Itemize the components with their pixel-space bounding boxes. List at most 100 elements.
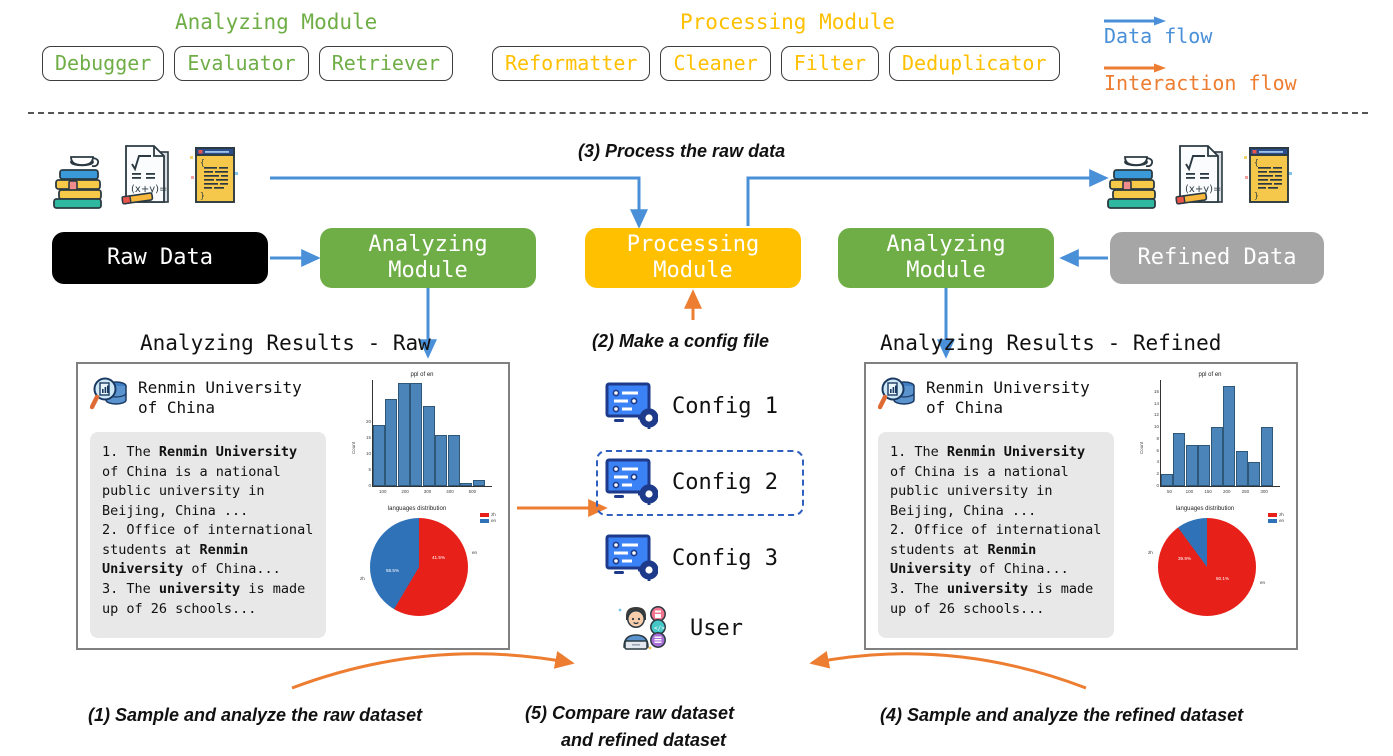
y-tick-label: 15	[365, 434, 371, 440]
legend-label-data-flow: Data flow	[1104, 24, 1213, 48]
math-document-icon: (x+y)=	[1175, 145, 1223, 205]
header-divider	[28, 112, 1368, 114]
x-tick-label: 50	[1167, 489, 1173, 494]
x-tick-label: 200	[1223, 489, 1231, 494]
histogram-bar	[373, 424, 386, 486]
raw-histogram-ylabel: Count	[351, 441, 356, 454]
tag-retriever[interactable]: Retriever	[318, 46, 454, 81]
config-2-label: Config 2	[672, 469, 778, 495]
histogram-bar	[1235, 450, 1248, 486]
raw-pie-disc	[370, 518, 468, 616]
node-analyzing-module-raw[interactable]: Analyzing Module	[320, 228, 536, 288]
refined-pie-chart: languages distribution 39.9% 60.1% zh en…	[1130, 506, 1290, 624]
user-item[interactable]: </> User	[614, 602, 743, 654]
refined-card-snippet: 1. The Renmin University of China is a na…	[878, 432, 1114, 638]
data-search-icon	[90, 377, 127, 410]
y-tick-label: 5	[368, 466, 371, 472]
user-avatar-icon: </>	[618, 606, 666, 650]
y-tick-label: 16	[1153, 388, 1159, 394]
refined-histogram: ppl of en Count 0 2 4 6 8 10 12 14 16 50 100 150 20…	[1135, 370, 1285, 504]
caption-step-5-line-1: (5) Compare raw dataset	[525, 703, 735, 723]
raw-pie-value-en: 41.5%	[432, 555, 446, 560]
raw-card-entity-name: Renmin University of China	[138, 378, 302, 417]
tag-evaluator[interactable]: Evaluator	[174, 46, 309, 81]
histogram-bar	[447, 434, 460, 486]
config-gear-icon	[605, 458, 658, 505]
refined-histogram-ylabel: Count	[1139, 441, 1144, 454]
analyzing-module-tags: Debugger Evaluator Retriever	[42, 46, 454, 81]
tag-cleaner[interactable]: Cleaner	[660, 46, 771, 81]
refined-pie-legend-zh: zh	[1268, 512, 1284, 517]
node-analyzing-refined-label-1: Module	[906, 258, 986, 283]
x-tick-label: 400	[446, 489, 454, 494]
config-3-label: Config 3	[672, 545, 778, 571]
refined-pie-legend: zh en	[1268, 512, 1284, 524]
node-analyzing-module-refined[interactable]: Analyzing Module	[838, 228, 1054, 288]
histogram-bar	[435, 434, 448, 486]
y-tick-label: 4	[1156, 459, 1159, 465]
tag-filter[interactable]: Filter	[780, 46, 879, 81]
histogram-bar	[397, 383, 410, 486]
caption-step-1: (1) Sample and analyze the raw dataset	[88, 705, 423, 725]
histogram-bar	[472, 479, 485, 486]
config-1-label: Config 1	[672, 393, 778, 419]
legend-swatch-zh	[480, 512, 490, 517]
legend-text-en: en	[1279, 518, 1284, 523]
flow-legend: Data flow Interaction flow	[1104, 8, 1384, 102]
legend-label-interaction-flow: Interaction flow	[1104, 71, 1297, 95]
histogram-bar	[1260, 427, 1273, 486]
histogram-bar	[1198, 444, 1211, 486]
raw-card-entity-header: Renmin University of China	[90, 376, 326, 432]
histogram-bar	[1248, 462, 1261, 486]
legend-row-interaction-flow: Interaction flow	[1104, 55, 1384, 102]
config-item-3[interactable]: Config 3	[604, 533, 778, 583]
raw-pie-legend: zh en	[480, 512, 496, 524]
tag-deduplicator[interactable]: Deduplicator	[889, 46, 1060, 81]
card-title-raw: Analyzing Results - Raw	[140, 331, 431, 355]
books-stack-icon	[53, 156, 102, 209]
raw-pie-legend-en: en	[480, 518, 496, 523]
processing-module-group-title: Processing Module	[680, 10, 895, 34]
y-tick-label: 10	[365, 450, 371, 456]
node-analyzing-raw-label-1: Module	[388, 258, 468, 283]
x-tick-label: 150	[1204, 489, 1212, 494]
y-tick-label: 10	[1153, 424, 1159, 430]
refined-pie-outlabel-en: en	[1260, 580, 1266, 585]
raw-pie-chart: languages distribution 58.5% 41.5% zh en…	[342, 506, 502, 624]
config-item-1[interactable]: Config 1	[604, 381, 778, 431]
x-tick-label: 200	[401, 489, 409, 494]
refined-card-charts-pane: ppl of en Count 0 2 4 6 8 10 12 14 16 50 100 150 20…	[1124, 364, 1296, 648]
config-item-2[interactable]: Config 2	[604, 457, 778, 507]
refined-histogram-bars	[1161, 380, 1273, 486]
x-tick-label: 250	[1241, 489, 1250, 494]
refined-pie-outlabel-zh: zh	[1148, 550, 1153, 555]
raw-pie-title: languages distribution	[387, 506, 447, 512]
node-raw-data[interactable]: Raw Data	[52, 232, 268, 284]
refined-histogram-title: ppl of en	[1198, 372, 1222, 378]
analyzing-results-refined-card: Renmin University of China 1. The Renmin …	[864, 362, 1298, 650]
tag-reformatter[interactable]: Reformatter	[492, 46, 651, 81]
histogram-bar	[1185, 444, 1198, 486]
node-raw-data-label-0: Raw Data	[107, 245, 213, 271]
svg-text:}: }	[200, 191, 205, 200]
legend-text-zh: zh	[491, 512, 496, 517]
x-tick-label: 300	[423, 489, 432, 494]
histogram-bar	[385, 399, 398, 486]
histogram-bar	[1210, 427, 1223, 486]
refined-pie-body: 39.9% 60.1% zh en	[1148, 518, 1265, 616]
refined-pie-disc	[1158, 518, 1256, 616]
tag-debugger[interactable]: Debugger	[42, 46, 165, 81]
refined-data-file-icons: (x+y)= { }	[1104, 142, 1294, 212]
histogram-bar	[1173, 433, 1186, 486]
histogram-bar	[460, 482, 473, 486]
card-title-refined: Analyzing Results - Refined	[880, 331, 1222, 355]
analyzing-module-group-title: Analyzing Module	[175, 10, 378, 34]
node-processing-module[interactable]: Processing Module	[585, 228, 801, 288]
module-header: Analyzing Module Debugger Evaluator Retr…	[0, 0, 1393, 118]
svg-text:{: {	[200, 158, 205, 167]
user-label: User	[690, 615, 743, 641]
y-tick-label: 0	[368, 483, 371, 488]
node-refined-data[interactable]: Refined Data	[1110, 232, 1324, 284]
x-tick-label: 500	[468, 489, 477, 494]
x-tick-label: 300	[1260, 489, 1268, 494]
